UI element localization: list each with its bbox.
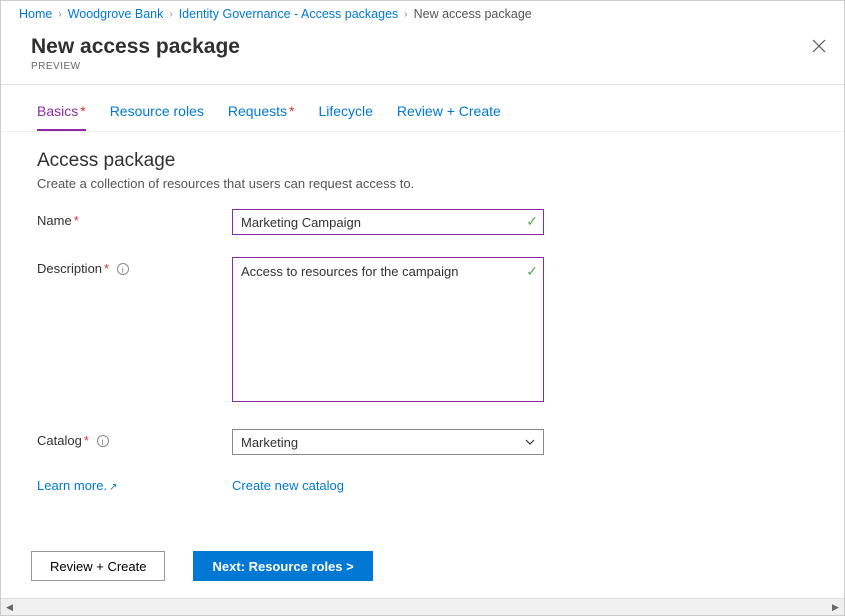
tab-requests[interactable]: Requests* bbox=[228, 103, 295, 131]
scroll-left-icon[interactable]: ◀ bbox=[1, 599, 18, 616]
chevron-right-icon: › bbox=[58, 9, 61, 20]
tab-lifecycle[interactable]: Lifecycle bbox=[318, 103, 372, 131]
footer-bar: Review + Create Next: Resource roles > bbox=[1, 537, 844, 595]
external-link-icon: ↗ bbox=[109, 482, 117, 493]
create-catalog-link[interactable]: Create new catalog bbox=[232, 478, 344, 493]
chevron-right-icon: › bbox=[169, 9, 172, 20]
catalog-label: Catalog* i bbox=[37, 429, 232, 448]
name-input[interactable] bbox=[232, 209, 544, 235]
breadcrumb-home[interactable]: Home bbox=[19, 7, 52, 21]
learn-more-link[interactable]: Learn more.↗ bbox=[37, 478, 117, 493]
close-icon[interactable] bbox=[812, 39, 826, 58]
info-icon[interactable]: i bbox=[97, 435, 109, 447]
description-label: Description* i bbox=[37, 257, 232, 276]
preview-badge: PREVIEW bbox=[31, 61, 814, 72]
description-input[interactable] bbox=[232, 257, 544, 402]
breadcrumb-current: New access package bbox=[414, 7, 532, 21]
breadcrumb-governance[interactable]: Identity Governance - Access packages bbox=[179, 7, 399, 21]
tab-review[interactable]: Review + Create bbox=[397, 103, 501, 131]
name-label: Name* bbox=[37, 209, 232, 228]
tab-basics[interactable]: Basics* bbox=[37, 103, 86, 131]
next-button[interactable]: Next: Resource roles > bbox=[193, 551, 372, 581]
section-heading: Access package bbox=[37, 150, 808, 172]
catalog-select[interactable]: Marketing bbox=[232, 429, 544, 455]
chevron-right-icon: › bbox=[404, 9, 407, 20]
page-title: New access package bbox=[31, 35, 814, 59]
section-desc: Create a collection of resources that us… bbox=[37, 176, 808, 191]
form-section: Access package Create a collection of re… bbox=[1, 132, 844, 513]
breadcrumb: Home › Woodgrove Bank › Identity Governa… bbox=[1, 1, 844, 27]
tab-resource-roles[interactable]: Resource roles bbox=[110, 103, 204, 131]
review-create-button[interactable]: Review + Create bbox=[31, 551, 165, 581]
page-header: New access package PREVIEW bbox=[1, 27, 844, 85]
scroll-right-icon[interactable]: ▶ bbox=[827, 599, 844, 616]
breadcrumb-org[interactable]: Woodgrove Bank bbox=[68, 7, 164, 21]
horizontal-scrollbar[interactable]: ◀ ▶ bbox=[1, 598, 844, 615]
tab-bar: Basics* Resource roles Requests* Lifecyc… bbox=[1, 85, 844, 132]
info-icon[interactable]: i bbox=[117, 263, 129, 275]
